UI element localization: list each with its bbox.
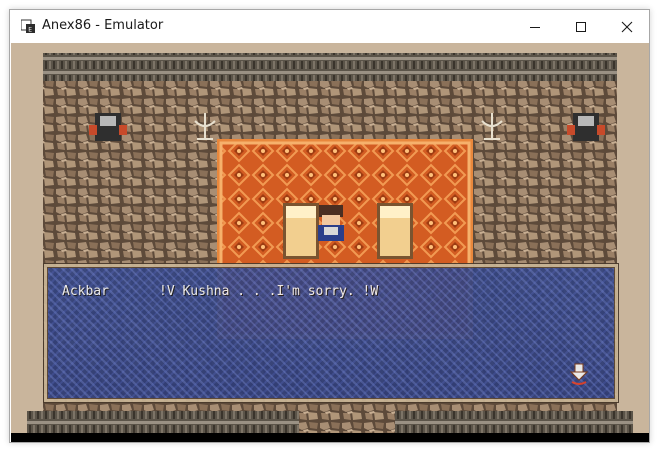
close-icon (621, 21, 633, 32)
app-icon: E (21, 19, 35, 33)
emulator-window: E Anex86 - Emulator Ackbar !V Kushna . .… (9, 9, 650, 443)
maximize-button[interactable] (558, 10, 604, 43)
maximize-icon (576, 21, 586, 32)
game-viewport[interactable]: Ackbar !V Kushna . . .I'm sorry. !W (11, 43, 649, 442)
close-button[interactable] (604, 10, 650, 43)
dialog-speaker-name: Ackbar (62, 284, 109, 299)
minimize-icon (530, 26, 540, 28)
bed-left (283, 203, 319, 259)
next-page-arrow-icon[interactable] (570, 363, 588, 385)
title-bar[interactable]: E Anex86 - Emulator (10, 10, 649, 43)
dialog-message: !V Kushna . . .I'm sorry. !W (159, 284, 379, 299)
bed-right (377, 203, 413, 259)
window-title: Anex86 - Emulator (42, 18, 164, 33)
svg-text:E: E (28, 27, 32, 33)
dialog-box[interactable]: Ackbar !V Kushna . . .I'm sorry. !W (44, 264, 618, 402)
minimize-button[interactable] (512, 10, 558, 43)
